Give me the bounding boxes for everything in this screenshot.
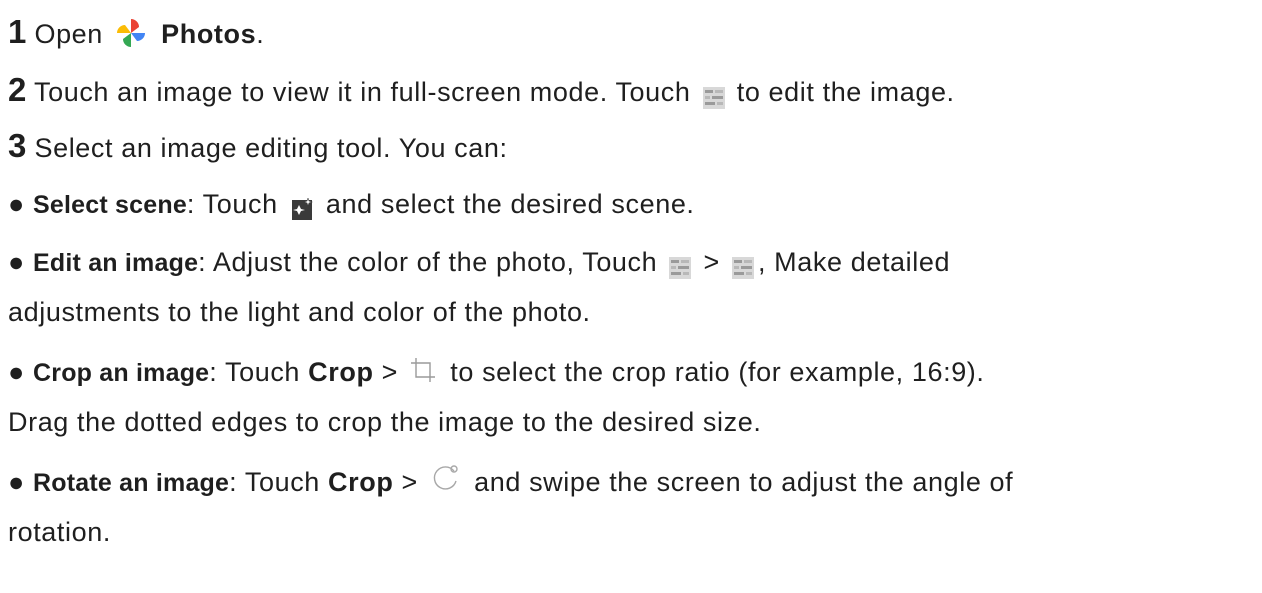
bullet-text-continued: Drag the dotted edges to crop the image … bbox=[8, 407, 762, 437]
bullet-text-continued: adjustments to the light and color of th… bbox=[8, 297, 591, 327]
step-number: 1 bbox=[8, 13, 27, 50]
bullet-dot: ● bbox=[8, 467, 25, 497]
bullet-label: Edit an image bbox=[33, 249, 199, 277]
bullet-crop-image: ● Crop an image: Touch Crop > to select … bbox=[8, 352, 985, 394]
step-text: Touch an image to view it in full-screen… bbox=[33, 77, 691, 107]
instructions-document: 1 Open Photos. 2 Touch an image to view … bbox=[0, 0, 1262, 593]
bullet-text: : Touch bbox=[209, 357, 301, 387]
crop-label: Crop bbox=[328, 467, 394, 497]
bullet-text-end: and swipe the screen to adjust the angle… bbox=[474, 467, 1014, 497]
bullet-edit-image: ● Edit an image: Adjust the color of the… bbox=[8, 242, 950, 283]
bullet-select-scene: ● Select scene: Touch and select the des… bbox=[8, 184, 695, 225]
step-1: 1 Open Photos. bbox=[8, 12, 264, 57]
step-number: 3 bbox=[8, 127, 27, 164]
step-text-end: . bbox=[256, 19, 265, 49]
step-number: 2 bbox=[8, 71, 27, 108]
step-2: 2 Touch an image to view it in full-scre… bbox=[8, 70, 955, 112]
bullet-text: : Adjust the color of the photo, Touch bbox=[198, 247, 658, 277]
edit-sliders-icon bbox=[702, 80, 725, 109]
bullet-text-continued: rotation. bbox=[8, 517, 111, 547]
bullet-rotate-image-line2: rotation. bbox=[8, 512, 111, 552]
separator: > bbox=[381, 357, 399, 387]
photos-app-name: Photos bbox=[161, 19, 257, 49]
bullet-text: : Touch bbox=[229, 467, 320, 497]
bullet-edit-image-line2: adjustments to the light and color of th… bbox=[8, 292, 591, 332]
photos-pinwheel-icon bbox=[113, 15, 149, 51]
edit-sliders-icon bbox=[669, 250, 692, 279]
bullet-rotate-image: ● Rotate an image: Touch Crop > and swip… bbox=[8, 462, 1013, 505]
adjust-sliders-icon bbox=[731, 250, 754, 279]
bullet-label: Crop an image bbox=[33, 359, 210, 387]
rotate-icon bbox=[430, 463, 460, 493]
bullet-crop-image-line2: Drag the dotted edges to crop the image … bbox=[8, 402, 761, 442]
step-3: 3 Select an image editing tool. You can: bbox=[8, 126, 508, 168]
bullet-dot: ● bbox=[8, 189, 25, 219]
separator: > bbox=[401, 467, 418, 497]
step-text: Open bbox=[34, 19, 103, 49]
bullet-text-end: and select the desired scene. bbox=[325, 189, 695, 219]
crop-icon bbox=[410, 354, 436, 382]
bullet-text: : Touch bbox=[186, 189, 278, 219]
step-text: Select an image editing tool. You can: bbox=[34, 133, 508, 163]
bullet-text-end: to select the crop ratio (for example, 1… bbox=[450, 357, 985, 387]
scene-icon bbox=[291, 191, 314, 220]
bullet-label: Select scene bbox=[33, 191, 187, 219]
bullet-dot: ● bbox=[8, 357, 25, 387]
separator: > bbox=[703, 247, 720, 277]
step-text-end: to edit the image. bbox=[736, 77, 955, 107]
bullet-text-end: , Make detailed bbox=[757, 247, 951, 277]
bullet-dot: ● bbox=[8, 247, 25, 277]
crop-label: Crop bbox=[308, 357, 374, 387]
bullet-label: Rotate an image bbox=[33, 469, 230, 497]
